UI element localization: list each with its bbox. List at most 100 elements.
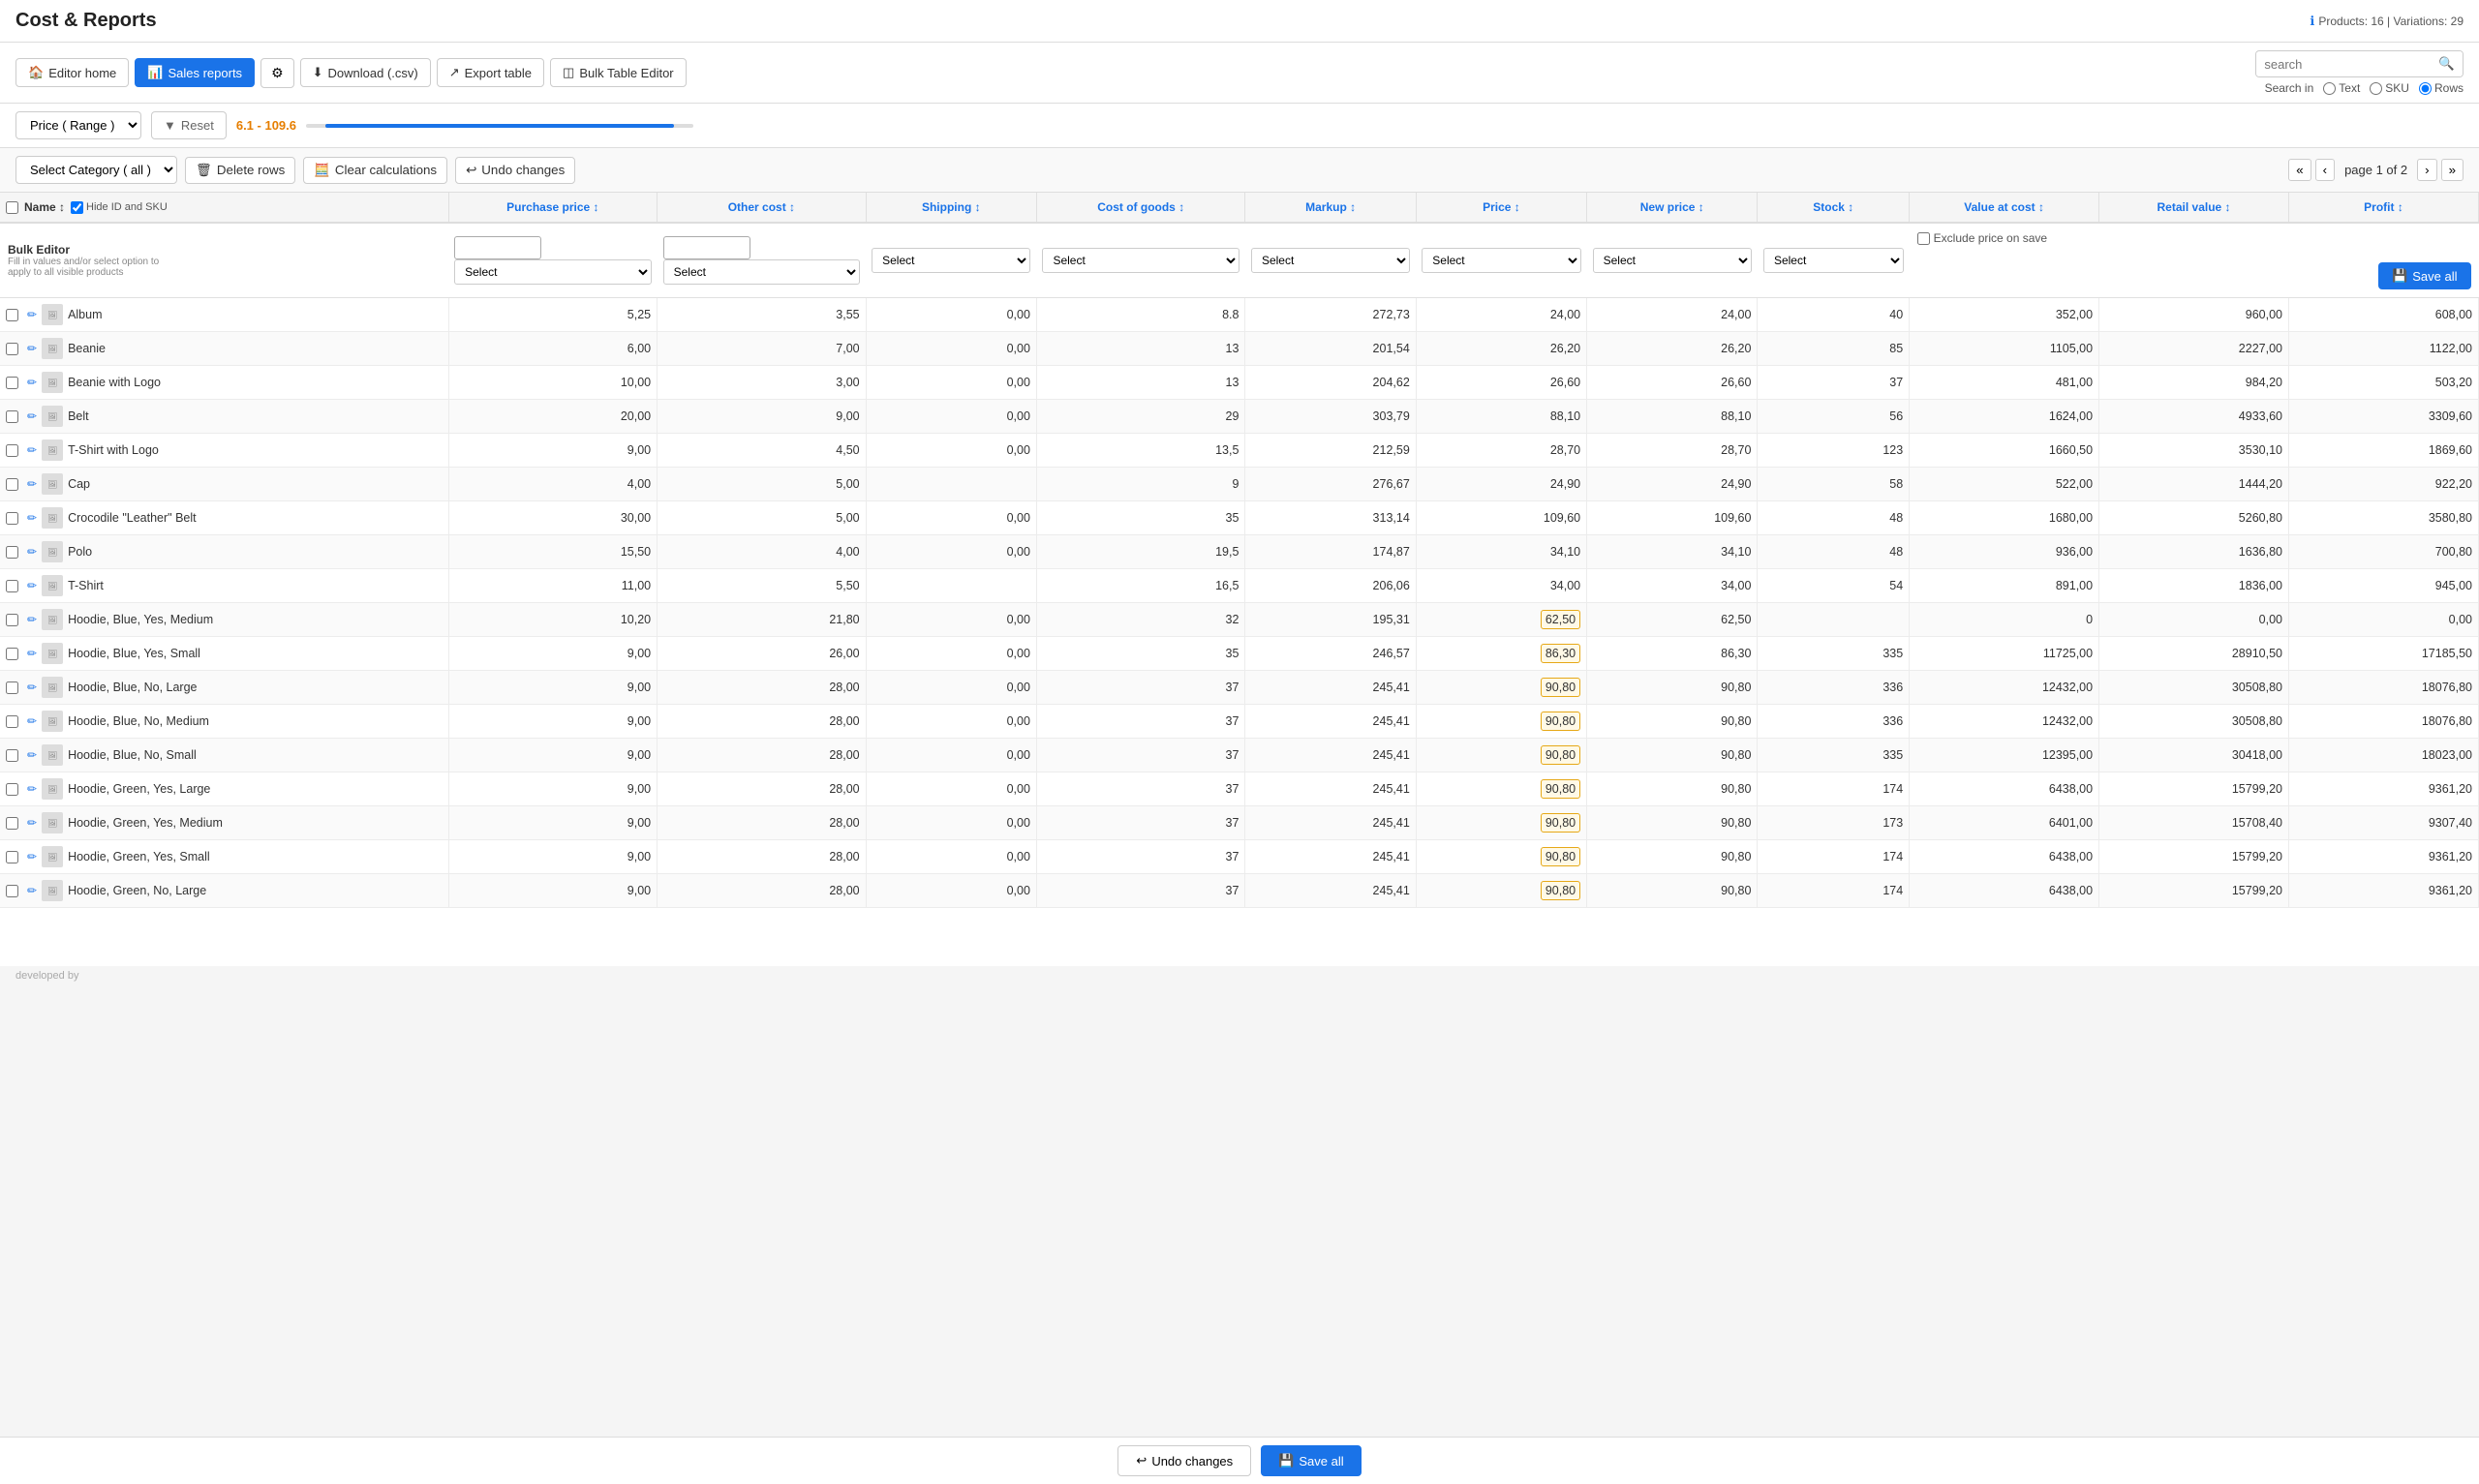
bulk-table-editor-btn[interactable]: ◫ Bulk Table Editor [550, 58, 687, 87]
col-header-value-at-cost[interactable]: Value at cost ↕ [1910, 193, 2099, 223]
bulk-cog-select[interactable]: Select [1042, 248, 1240, 273]
row-checkbox[interactable] [6, 681, 18, 694]
bulk-sh-select[interactable]: Select [872, 248, 1030, 273]
row-checkbox[interactable] [6, 783, 18, 796]
cell-pp: 20,00 [448, 400, 658, 434]
row-checkbox[interactable] [6, 478, 18, 491]
row-checkbox[interactable] [6, 817, 18, 830]
page-header: Cost & Reports ℹ Products: 16 | Variatio… [0, 0, 2479, 43]
edit-icon[interactable]: ✏ [27, 477, 37, 491]
page-first-btn[interactable]: « [2288, 159, 2311, 181]
edit-icon[interactable]: ✏ [27, 748, 37, 762]
col-header-markup[interactable]: Markup ↕ [1245, 193, 1416, 223]
col-header-new-price[interactable]: New price ↕ [1587, 193, 1758, 223]
search-input[interactable] [2256, 52, 2431, 76]
edit-icon[interactable]: ✏ [27, 308, 37, 321]
row-checkbox[interactable] [6, 546, 18, 559]
category-select[interactable]: Select Category ( all ) [15, 156, 177, 184]
edit-icon[interactable]: ✏ [27, 545, 37, 559]
search-submit-btn[interactable]: 🔍 [2431, 51, 2463, 76]
row-checkbox[interactable] [6, 343, 18, 355]
row-checkbox[interactable] [6, 512, 18, 525]
cell-profit: 3580,80 [2288, 501, 2478, 535]
product-name: Hoodie, Blue, No, Medium [68, 714, 209, 728]
row-checkbox[interactable] [6, 851, 18, 863]
delete-rows-btn[interactable]: 🗑 Delete rows [185, 157, 295, 184]
bulk-pp-input[interactable] [454, 236, 541, 259]
search-text-option[interactable]: Text [2323, 81, 2360, 95]
row-checkbox[interactable] [6, 614, 18, 626]
table-row: ✏ 🖼 Hoodie, Green, Yes, Small 9,00 28,00… [0, 840, 2479, 874]
reset-filter-btn[interactable]: ▼ Reset [151, 111, 227, 139]
cell-sh: 0,00 [866, 874, 1036, 908]
bulk-pr-select[interactable]: Select [1422, 248, 1580, 273]
settings-btn[interactable]: ⚙ [260, 58, 294, 88]
edit-icon[interactable]: ✏ [27, 613, 37, 626]
edit-icon[interactable]: ✏ [27, 681, 37, 694]
bottom-undo-btn[interactable]: ↩ Undo changes [1117, 1445, 1251, 1476]
col-header-cost-of-goods[interactable]: Cost of goods ↕ [1036, 193, 1245, 223]
row-checkbox[interactable] [6, 749, 18, 762]
bulk-editor-pp-cell: Select [448, 223, 658, 298]
row-checkbox[interactable] [6, 377, 18, 389]
row-checkbox[interactable] [6, 444, 18, 457]
row-checkbox[interactable] [6, 648, 18, 660]
edit-icon[interactable]: ✏ [27, 782, 37, 796]
edit-icon[interactable]: ✏ [27, 714, 37, 728]
cell-oc: 4,50 [658, 434, 867, 468]
col-header-purchase-price[interactable]: Purchase price ↕ [448, 193, 658, 223]
col-header-profit[interactable]: Profit ↕ [2288, 193, 2478, 223]
save-all-btn[interactable]: 💾 Save all [2378, 262, 2470, 289]
price-range-select[interactable]: Price ( Range ) [15, 111, 141, 139]
bulk-pp-select[interactable]: Select [454, 259, 652, 285]
row-checkbox[interactable] [6, 410, 18, 423]
exclude-price-label[interactable]: Exclude price on save [1917, 231, 2471, 245]
row-checkbox[interactable] [6, 309, 18, 321]
bulk-oc-input[interactable] [663, 236, 750, 259]
range-slider-container[interactable] [306, 116, 693, 136]
row-checkbox[interactable] [6, 715, 18, 728]
edit-icon[interactable]: ✏ [27, 443, 37, 457]
col-header-other-cost[interactable]: Other cost ↕ [658, 193, 867, 223]
row-checkbox[interactable] [6, 885, 18, 897]
search-rows-option[interactable]: Rows [2419, 81, 2464, 95]
bulk-mu-select[interactable]: Select [1251, 248, 1410, 273]
edit-icon[interactable]: ✏ [27, 850, 37, 863]
row-checkbox[interactable] [6, 580, 18, 592]
edit-icon[interactable]: ✏ [27, 409, 37, 423]
edit-icon[interactable]: ✏ [27, 884, 37, 897]
select-all-checkbox[interactable] [6, 201, 18, 214]
edit-icon[interactable]: ✏ [27, 376, 37, 389]
editor-home-btn[interactable]: 🏠 Editor home [15, 58, 129, 87]
hide-id-sku-checkbox[interactable] [71, 201, 83, 214]
cell-cog: 13 [1036, 332, 1245, 366]
exclude-price-checkbox[interactable] [1917, 232, 1930, 245]
search-sku-option[interactable]: SKU [2370, 81, 2409, 95]
download-csv-btn[interactable]: ⬇ Download (.csv) [300, 58, 431, 87]
undo-changes-btn[interactable]: ↩ Undo changes [455, 157, 575, 184]
edit-icon[interactable]: ✏ [27, 647, 37, 660]
clear-calculations-btn[interactable]: 🧮 Clear calculations [303, 157, 447, 184]
bulk-oc-select[interactable]: Select [663, 259, 861, 285]
col-header-price[interactable]: Price ↕ [1416, 193, 1586, 223]
edit-icon[interactable]: ✏ [27, 342, 37, 355]
cell-name: ✏ 🖼 Hoodie, Green, No, Large [0, 874, 448, 908]
sales-reports-btn[interactable]: 📊 Sales reports [135, 58, 255, 87]
page-prev-btn[interactable]: ‹ [2315, 159, 2335, 181]
cell-pp: 9,00 [448, 874, 658, 908]
cell-pp: 9,00 [448, 671, 658, 705]
hide-id-sku-label[interactable]: Hide ID and SKU [71, 201, 168, 214]
bulk-st-select[interactable]: Select [1763, 248, 1904, 273]
edit-icon[interactable]: ✏ [27, 816, 37, 830]
col-header-shipping[interactable]: Shipping ↕ [866, 193, 1036, 223]
col-header-retail-value[interactable]: Retail value ↕ [2099, 193, 2289, 223]
page-last-btn[interactable]: » [2441, 159, 2464, 181]
col-header-stock[interactable]: Stock ↕ [1758, 193, 1910, 223]
edit-icon[interactable]: ✏ [27, 579, 37, 592]
bottom-save-btn[interactable]: 💾 Save all [1261, 1445, 1361, 1476]
bulk-np-select[interactable]: Select [1593, 248, 1752, 273]
export-table-btn[interactable]: ↗ Export table [437, 58, 544, 87]
cell-cog: 29 [1036, 400, 1245, 434]
page-next-btn[interactable]: › [2417, 159, 2436, 181]
edit-icon[interactable]: ✏ [27, 511, 37, 525]
